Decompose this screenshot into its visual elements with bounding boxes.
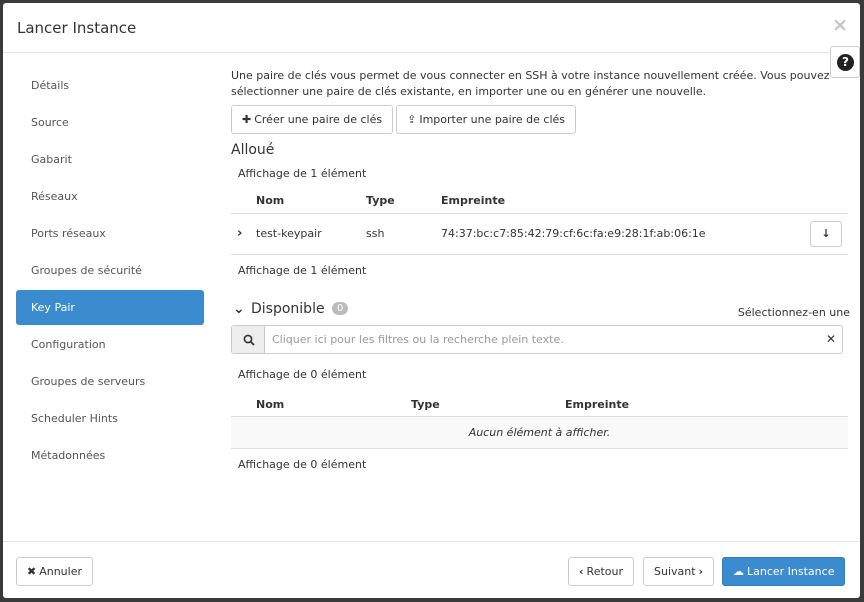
sidebar-item-détails[interactable]: Détails bbox=[16, 68, 204, 103]
sidebar-item-gabarit[interactable]: Gabarit bbox=[16, 142, 204, 177]
create-keypair-label: Créer une paire de clés bbox=[254, 113, 383, 126]
search-input[interactable]: Cliquer ici pour les filtres ou la reche… bbox=[272, 326, 564, 353]
allocated-col-name: Nom bbox=[256, 194, 285, 208]
empty-row: Aucun élément à afficher. bbox=[231, 416, 848, 449]
back-button[interactable]: ‹ Retour bbox=[568, 557, 635, 586]
sidebar-item-source[interactable]: Source bbox=[16, 105, 204, 140]
cloud-upload-icon: ☁ bbox=[733, 565, 744, 578]
allocated-title: Alloué bbox=[231, 142, 275, 158]
modal-title: Lancer Instance bbox=[17, 19, 137, 37]
sidebar-item-groupes-de-sécurité[interactable]: Groupes de sécurité bbox=[16, 253, 204, 288]
deallocate-button[interactable]: ↓ bbox=[810, 220, 842, 247]
wizard-sidebar: Détails Source Gabarit Réseaux Ports réseaux… bbox=[16, 68, 204, 475]
available-count-top: Affichage de 0 élément bbox=[238, 367, 367, 381]
sidebar-item-configuration[interactable]: Configuration bbox=[16, 327, 204, 362]
import-keypair-button[interactable]: ⇪ Importer une paire de clés bbox=[396, 105, 577, 134]
table-row[interactable]: › test-keypair ssh 74:37:bc:c7:85:42:79:… bbox=[231, 213, 848, 254]
search-bar: Cliquer ici pour les filtres ou la reche… bbox=[231, 324, 843, 354]
available-table-header: Nom Type Empreinte bbox=[231, 393, 848, 417]
available-title: Disponible bbox=[251, 300, 325, 317]
clear-search-icon[interactable]: ✕ bbox=[826, 332, 836, 346]
search-icon bbox=[243, 334, 255, 346]
cancel-label: Annuler bbox=[39, 565, 83, 578]
next-button[interactable]: Suivant › bbox=[643, 557, 715, 586]
intro-line-2: sélectionner une paire de clés existante… bbox=[231, 85, 707, 98]
modal-footer: ✖ Annuler ‹ Retour Suivant › ☁ Lancer Instan… bbox=[3, 541, 860, 598]
available-count-badge: 0 bbox=[332, 302, 349, 315]
back-label: Retour bbox=[586, 565, 624, 578]
search-addon bbox=[232, 325, 265, 353]
arrow-down-icon: ↓ bbox=[821, 226, 831, 240]
close-icon: ✖ bbox=[27, 565, 37, 578]
upload-icon: ⇪ bbox=[407, 113, 417, 126]
available-table: Nom Type Empreinte Aucun élément à affic… bbox=[231, 393, 848, 450]
keypair-type: ssh bbox=[366, 227, 385, 240]
intro-text: Une paire de clés vous permet de vous co… bbox=[231, 68, 848, 100]
next-label: Suivant bbox=[654, 565, 696, 578]
sidebar-item-réseaux[interactable]: Réseaux bbox=[16, 179, 204, 214]
allocated-col-fingerprint: Empreinte bbox=[441, 194, 506, 208]
chevron-left-icon: ‹ bbox=[579, 565, 584, 578]
chevron-right-icon[interactable]: › bbox=[237, 226, 242, 241]
intro-line-1: Une paire de clés vous permet de vous co… bbox=[231, 69, 830, 82]
launch-instance-modal: Lancer Instance × ? Détails Source Gabarit… bbox=[3, 3, 860, 598]
chevron-down-icon[interactable]: ⌄ bbox=[233, 301, 245, 317]
sidebar-item-métadonnées[interactable]: Métadonnées bbox=[16, 438, 204, 473]
keypair-step: Une paire de clés vous permet de vous co… bbox=[231, 68, 850, 471]
modal-header: Lancer Instance × bbox=[3, 3, 860, 53]
sidebar-item-key-pair[interactable]: Key Pair bbox=[16, 290, 204, 325]
select-one-hint: Sélectionnez-en une bbox=[737, 305, 850, 319]
launch-label: Lancer Instance bbox=[747, 565, 835, 578]
available-col-type: Type bbox=[411, 397, 440, 411]
sidebar-item-ports-réseaux[interactable]: Ports réseaux bbox=[16, 216, 204, 251]
available-col-fingerprint: Empreinte bbox=[565, 397, 630, 411]
available-title-wrap: Disponible 0 bbox=[251, 300, 349, 317]
allocated-table-header: Nom Type Empreinte bbox=[231, 189, 848, 213]
keypair-fingerprint: 74:37:bc:c7:85:42:79:cf:6c:fa:e9:28:1f:a… bbox=[441, 227, 706, 240]
sidebar-item-groupes-de-serveurs[interactable]: Groupes de serveurs bbox=[16, 364, 204, 399]
plus-icon: ✚ bbox=[242, 113, 252, 126]
keypair-actions: ✚ Créer une paire de clés ⇪ Importer une pa… bbox=[231, 105, 848, 134]
allocated-table: Nom Type Empreinte › test-keypair ssh 74… bbox=[231, 189, 848, 255]
available-count-bottom: Affichage de 0 élément bbox=[238, 458, 367, 471]
available-header: ⌄ Disponible 0 Sélectionnez-en une bbox=[231, 300, 850, 321]
cancel-button[interactable]: ✖ Annuler bbox=[16, 557, 94, 586]
empty-message: Aucun élément à afficher. bbox=[468, 426, 611, 439]
allocated-count-bottom: Affichage de 1 élément bbox=[238, 263, 367, 277]
allocated-count-top: Affichage de 1 élément bbox=[238, 167, 367, 180]
launch-instance-button[interactable]: ☁ Lancer Instance bbox=[722, 557, 846, 586]
create-keypair-button[interactable]: ✚ Créer une paire de clés bbox=[231, 105, 394, 134]
allocated-col-type: Type bbox=[366, 194, 395, 208]
sidebar-item-scheduler-hints[interactable]: Scheduler Hints bbox=[16, 401, 204, 436]
chevron-right-icon: › bbox=[698, 565, 704, 578]
available-col-name: Nom bbox=[256, 397, 285, 411]
close-icon[interactable]: × bbox=[832, 16, 848, 35]
keypair-name: test-keypair bbox=[256, 227, 322, 240]
import-keypair-label: Importer une paire de clés bbox=[419, 113, 566, 126]
